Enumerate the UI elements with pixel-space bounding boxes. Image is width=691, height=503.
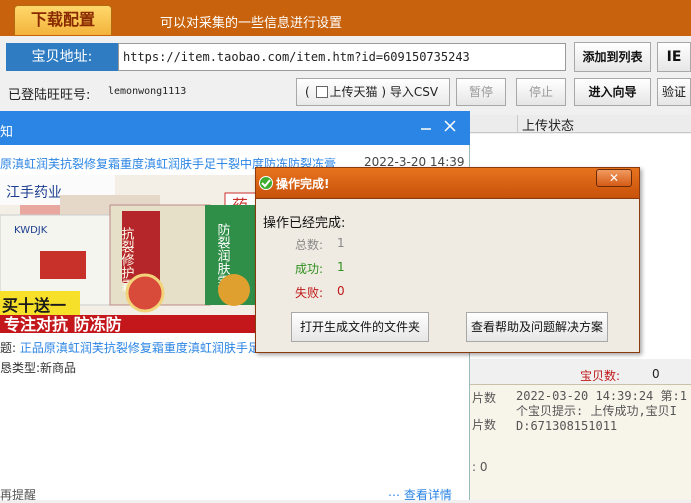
verify-button[interactable]: 验证 (657, 78, 691, 106)
fail-label: 失败: (295, 286, 324, 300)
import-open-paren: ( (305, 85, 310, 99)
total-value: 1 (337, 236, 345, 250)
import-close-paren: ) (381, 85, 387, 99)
image-promo: 买十送一 (2, 296, 66, 315)
item-url-label: 宝贝地址: (6, 43, 118, 71)
pause-button[interactable]: 暂停 (456, 78, 506, 106)
tab-download-config[interactable]: 下载配置 (14, 5, 112, 35)
image-top-brand: 江手药业 (6, 185, 62, 201)
image-box-brand: KWDJK (14, 225, 48, 236)
stop-button[interactable]: 停止 (516, 78, 566, 106)
log-left-label: 片数 (472, 391, 497, 405)
add-to-list-button[interactable]: 添加到列表 (574, 42, 651, 72)
image-banner: 专注对抗 防冻防 (4, 315, 122, 333)
upload-tmall-checkbox[interactable] (315, 86, 328, 98)
enter-wizard-button[interactable]: 进入向导 (574, 78, 651, 106)
tab-description: 可以对采集的一些信息进行设置 (160, 16, 343, 31)
upload-tmall-label: 上传天猫 (329, 85, 378, 99)
dialog-title: 操作完成! (276, 177, 330, 191)
column-header-upload-status[interactable]: 上传状态 (522, 115, 574, 134)
open-folder-button[interactable]: 打开生成文件的文件夹 (291, 312, 429, 342)
log-text: 2022-03-20 14:39:24 第:1 个宝贝提示: 上传成功,宝贝ID… (516, 389, 687, 433)
dialog-close-button[interactable]: ✕ (596, 169, 632, 187)
success-label: 成功: (295, 262, 324, 276)
notification-product-title-value[interactable]: 正品原滇虹润芙抗裂修复霜重度滇虹润肤手足 (20, 341, 260, 355)
minimize-icon[interactable] (418, 120, 434, 139)
import-csv-button[interactable]: ( 上传天猫 ) 导入CSV (296, 78, 450, 106)
notification-product-title: 题: 正品原滇虹润芙抗裂修复霜重度滇虹润肤手足 (0, 339, 290, 356)
ie-button[interactable]: IE (657, 42, 691, 72)
item-count-label: 宝贝数: (580, 369, 621, 383)
fail-value: 0 (337, 284, 345, 298)
view-details-link[interactable]: ⋯ 查看详情 (388, 486, 452, 503)
no-more-remind-link[interactable]: 再提醒 (0, 486, 36, 503)
dialog-heading: 操作已经完成: (263, 216, 346, 231)
notification-title: 知 (0, 125, 14, 140)
notification-type: 恳类型:新商品 (0, 361, 77, 375)
success-check-icon (259, 176, 273, 190)
item-url-input[interactable]: https://item.taobao.com/item.htm?id=6091… (118, 43, 566, 71)
item-count-value: 0 (652, 367, 660, 381)
notification-product-title-label: 题: (0, 341, 17, 355)
import-csv-label: 导入CSV (389, 85, 439, 99)
log-left-label: 片数 (472, 418, 497, 432)
close-icon[interactable] (441, 117, 459, 138)
help-button[interactable]: 查看帮助及问题解决方案 (466, 312, 608, 342)
notification-title-bar (0, 111, 470, 145)
logged-in-account-value: lemonwong1113 (108, 86, 187, 97)
table-header (470, 115, 691, 133)
total-label: 总数: (295, 238, 324, 252)
success-value: 1 (337, 260, 345, 274)
logged-in-account-label: 已登陆旺旺号: (8, 88, 91, 103)
column-divider (517, 115, 518, 133)
log-left-label: : 0 (472, 460, 488, 474)
